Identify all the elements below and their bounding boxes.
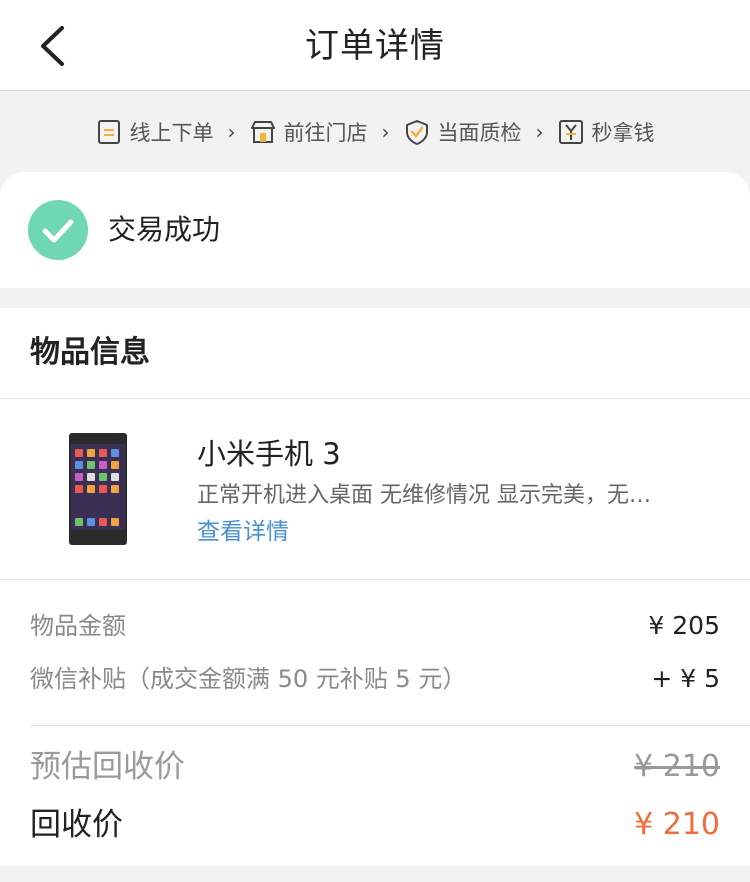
divider <box>0 398 750 399</box>
divider <box>30 725 750 726</box>
step-visit-store: 前往门店 <box>250 117 368 147</box>
step-label: 当面质检 <box>437 121 522 145</box>
product-name: 小米手机 3 <box>197 437 341 471</box>
shield-check-icon <box>405 120 428 145</box>
final-price-value: ¥ 210 <box>634 807 720 842</box>
item-info-card: 物品信息 小米手机 3 正常开机进入桌面 无维修情况 显示完美，无… 查看详情 … <box>0 308 750 866</box>
item-amount-label: 物品金额 <box>30 612 126 640</box>
subsidy-value: + ¥ 5 <box>651 664 720 693</box>
view-details-link[interactable]: 查看详情 <box>197 516 289 548</box>
status-text: 交易成功 <box>108 213 221 246</box>
success-badge <box>28 200 88 260</box>
final-price-label: 回收价 <box>30 807 123 843</box>
nav-bar: 订单详情 <box>0 0 750 91</box>
divider <box>0 579 750 580</box>
store-icon <box>250 121 275 143</box>
product-description: 正常开机进入桌面 无维修情况 显示完美，无… <box>197 483 651 508</box>
step-get-money: 秒拿钱 <box>558 117 655 147</box>
chevron-right-icon: › <box>535 120 544 144</box>
estimated-price-value: ¥ 210 <box>634 749 720 784</box>
step-label: 秒拿钱 <box>591 121 655 145</box>
yuan-icon <box>558 120 583 144</box>
item-amount-value: ¥ 205 <box>648 611 720 640</box>
chevron-right-icon: › <box>381 120 390 144</box>
page-title: 订单详情 <box>305 26 445 66</box>
process-steps: 线上下单 › 前往门店 › 当面质检 › 秒拿钱 <box>0 91 750 173</box>
step-online-order: 线上下单 <box>96 117 214 147</box>
estimated-price-label: 预估回收价 <box>30 749 185 785</box>
step-inspection: 当面质检 <box>404 117 522 147</box>
chevron-right-icon: › <box>227 120 236 144</box>
status-card: 交易成功 <box>0 172 750 288</box>
subsidy-label: 微信补贴（成交金额满 50 元补贴 5 元） <box>30 665 467 693</box>
check-icon <box>42 219 74 243</box>
section-title: 物品信息 <box>30 335 150 370</box>
step-label: 线上下单 <box>129 121 214 145</box>
document-icon <box>97 120 120 144</box>
product-image[interactable] <box>68 432 128 546</box>
step-label: 前往门店 <box>283 121 368 145</box>
